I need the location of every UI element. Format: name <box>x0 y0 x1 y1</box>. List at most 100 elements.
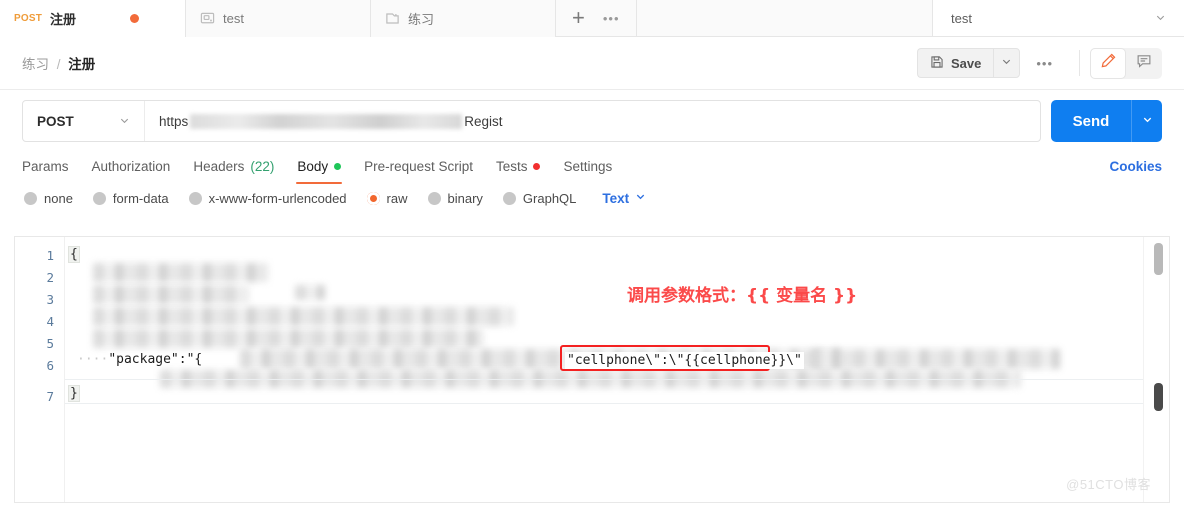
redacted-code-chunk <box>295 285 325 300</box>
environment-selector[interactable]: test <box>933 0 1184 36</box>
breadcrumb: 练习 / 注册 <box>22 53 95 73</box>
option-label: none <box>44 190 73 206</box>
vertical-scrollbar-thumb[interactable] <box>1154 243 1163 275</box>
comment-icon <box>1136 53 1152 74</box>
request-tab-zhuce[interactable]: POST 注册 <box>0 0 186 37</box>
body-type-options: none form-data x-www-form-urlencoded raw… <box>0 183 1184 217</box>
chevron-down-icon <box>119 114 130 129</box>
vertical-scrollbar-thumb-secondary[interactable] <box>1154 383 1163 411</box>
comment-button[interactable] <box>1126 48 1162 79</box>
tab-title-label: 注册 <box>50 12 77 27</box>
editor-code-area[interactable]: { ····"package":"{ "cellphone\":\"{{cell… <box>65 237 1143 502</box>
pencil-icon <box>1100 52 1117 74</box>
watermark-label: @51CTO博客 <box>1066 477 1151 492</box>
option-label: GraphQL <box>522 190 577 206</box>
tab-bar-spacer <box>636 0 933 36</box>
view-mode-toggle <box>1090 47 1162 79</box>
url-redacted-region <box>190 113 463 129</box>
tab-settings[interactable]: Settings <box>563 150 612 183</box>
code-line-6: ····"package":"{ <box>77 352 203 367</box>
line-number: 1 <box>46 248 54 263</box>
chevron-down-icon <box>1142 112 1153 130</box>
redacted-code-chunk <box>93 329 483 348</box>
editor-rule <box>65 379 1143 380</box>
toolbar-divider <box>1079 50 1080 76</box>
request-section-tabs: Params Authorization Headers (22) Body P… <box>0 150 1184 184</box>
tab-label: Authorization <box>91 159 171 174</box>
code-line-1: { <box>68 246 80 263</box>
body-option-graphql[interactable]: GraphQL <box>502 190 577 206</box>
radio-icon <box>92 191 106 205</box>
tab-params[interactable]: Params <box>22 150 69 183</box>
tab-authorization[interactable]: Authorization <box>92 150 171 183</box>
cookies-link[interactable]: Cookies <box>1109 159 1162 174</box>
tab-label: Body <box>297 159 329 174</box>
postman-window: POST 注册 test 练习 + ••• test 练习 / 注册 Save … <box>0 0 1184 517</box>
tab-headers[interactable]: Headers (22) <box>193 150 274 183</box>
floppy-disk-icon <box>930 55 944 72</box>
radio-icon <box>427 191 441 205</box>
body-option-binary[interactable]: binary <box>427 191 483 206</box>
body-option-none[interactable]: none <box>24 191 73 206</box>
body-option-form-data[interactable]: form-data <box>92 191 169 206</box>
chevron-down-icon <box>635 189 646 207</box>
monitor-icon <box>200 11 215 26</box>
body-code-editor[interactable]: 1 2 3 4 5 6 7 { ····"package":"{ "cellph… <box>14 236 1170 503</box>
url-row: POST https Regist Send <box>0 90 1184 150</box>
radio-icon <box>502 191 516 205</box>
unsaved-indicator-dot <box>130 14 140 23</box>
save-label: Save <box>950 55 982 71</box>
tab-overflow-button[interactable]: ••• <box>603 11 620 26</box>
body-option-raw[interactable]: raw <box>366 191 408 206</box>
send-button-group: Send <box>1051 100 1162 142</box>
code-line-7: } <box>68 385 80 402</box>
url-bar: POST https Regist <box>22 100 1041 142</box>
line-number: 7 <box>46 389 54 404</box>
tab-label: Settings <box>563 159 613 174</box>
radio-icon-selected <box>366 191 380 205</box>
redacted-code-chunk <box>810 349 1060 369</box>
body-format-value: Text <box>602 190 630 206</box>
highlighted-variable-snippet: "cellphone\":\"{{cellphone}}\" <box>565 352 804 369</box>
tab-pre-request-script[interactable]: Pre-request Script <box>364 150 473 183</box>
line-number: 2 <box>46 270 54 285</box>
tab-label: Tests <box>495 159 528 174</box>
save-options-button[interactable] <box>993 48 1021 78</box>
save-button[interactable]: Save <box>916 48 994 78</box>
request-tab-test[interactable]: test <box>186 0 371 37</box>
editor-rule <box>65 403 1143 404</box>
breadcrumb-row: 练习 / 注册 Save ••• <box>0 37 1184 90</box>
breadcrumb-collection[interactable]: 练习 <box>22 57 49 72</box>
chevron-down-icon <box>1001 54 1012 72</box>
body-format-selector[interactable]: Text <box>602 189 646 207</box>
body-status-dot <box>334 163 342 170</box>
send-options-button[interactable] <box>1131 100 1162 142</box>
tab-bar: POST 注册 test 练习 + ••• test <box>0 0 1184 37</box>
more-actions-button[interactable]: ••• <box>1020 56 1069 71</box>
http-method-selector[interactable]: POST <box>23 101 145 141</box>
tab-label: Pre-request Script <box>364 159 473 174</box>
chevron-down-icon <box>1155 11 1166 26</box>
http-method-value: POST <box>37 113 74 129</box>
tab-body[interactable]: Body <box>296 150 342 184</box>
new-tab-button[interactable]: + <box>572 7 585 29</box>
body-option-x-www-form-urlencoded[interactable]: x-www-form-urlencoded <box>188 191 347 206</box>
request-actions: Save ••• <box>916 47 1162 79</box>
line-number: 6 <box>46 358 54 373</box>
tab-label: Headers <box>193 159 245 174</box>
send-button[interactable]: Send <box>1051 100 1131 142</box>
request-tabs-list: Params Authorization Headers (22) Body P… <box>22 150 612 184</box>
annotation-text: 调用参数格式：{{ 变量名 }} <box>627 286 858 306</box>
edit-mode-button[interactable] <box>1090 47 1126 79</box>
save-button-group: Save <box>916 48 1021 78</box>
editor-scroll-rail <box>1143 237 1169 502</box>
url-input[interactable]: https Regist <box>145 101 1040 141</box>
request-tab-lianxi[interactable]: 练习 <box>371 0 556 37</box>
editor-line-number-gutter: 1 2 3 4 5 6 7 <box>15 237 65 502</box>
folder-icon <box>385 11 400 26</box>
radio-icon <box>188 191 202 205</box>
tab-tests[interactable]: Tests <box>496 150 541 183</box>
url-prefix-text: https <box>159 113 189 129</box>
headers-count: (22) <box>250 159 275 174</box>
line-number: 4 <box>46 314 54 329</box>
